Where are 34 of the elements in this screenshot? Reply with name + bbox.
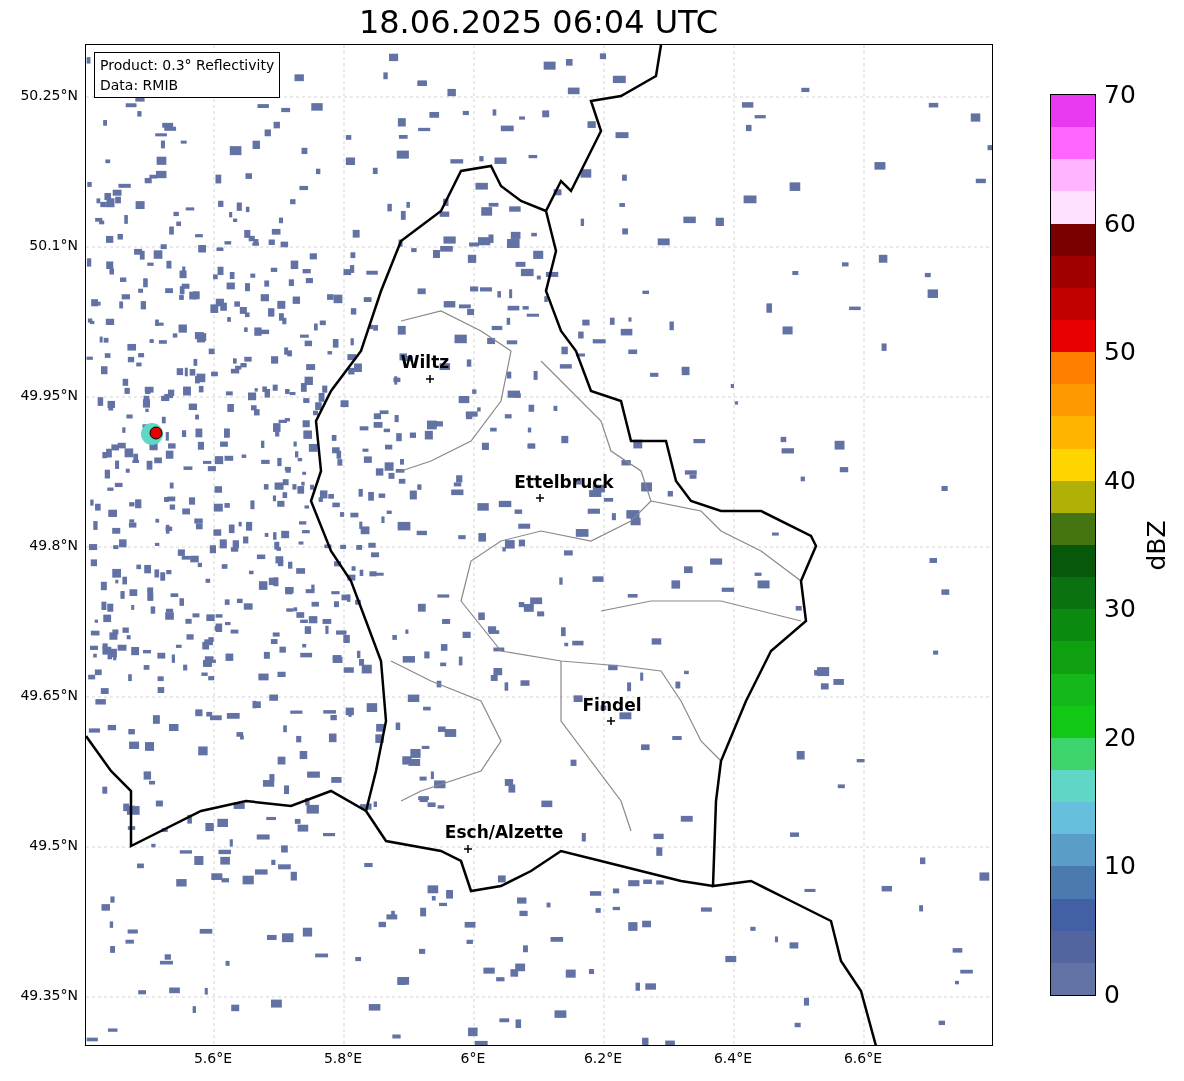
- city-label: Wiltz: [400, 354, 450, 371]
- colorbar-tick-label: 70: [1104, 82, 1136, 107]
- y-tick-label: 50.1°N: [29, 238, 78, 252]
- city-label: Esch/Alzette: [444, 824, 564, 841]
- x-tick-label: 5.6°E: [193, 1051, 233, 1065]
- y-tick-label: 49.5°N: [29, 838, 78, 852]
- chart-title: 18.06.2025 06:04 UTC: [358, 6, 719, 38]
- city-marker-icon: [464, 845, 472, 853]
- colorbar-tick-label: 10: [1104, 853, 1136, 879]
- x-tick-label: 6.2°E: [583, 1051, 623, 1065]
- city-label: Ettelbruck: [514, 474, 614, 491]
- colorbar-tick-label: 30: [1104, 596, 1136, 622]
- city-marker-icon: [607, 717, 615, 725]
- x-tick-label: 5.8°E: [323, 1051, 363, 1065]
- x-tick-label: 6.4°E: [713, 1051, 753, 1065]
- city-marker-icon: [426, 375, 434, 383]
- colorbar-tick-label: 40: [1104, 467, 1136, 493]
- y-tick-label: 49.35°N: [20, 988, 78, 1002]
- colorbar-tick-label: 0: [1104, 982, 1120, 1007]
- city-label: Findel: [582, 697, 642, 714]
- x-tick-label: 6°E: [460, 1051, 486, 1065]
- y-tick-label: 49.8°N: [29, 538, 78, 552]
- y-tick-label: 49.65°N: [20, 688, 78, 702]
- legend-text: Product: 0.3° Reflectivity: [100, 56, 275, 75]
- colorbar-tick-label: 20: [1104, 724, 1136, 750]
- colorbar-label: dBZ: [1143, 519, 1169, 571]
- colorbar-tick-label: 60: [1104, 210, 1136, 236]
- radar-site-icon: [141, 423, 163, 445]
- y-tick-label: 49.95°N: [20, 388, 78, 402]
- x-tick-label: 6.6°E: [843, 1051, 883, 1065]
- y-tick-label: 50.25°N: [20, 88, 78, 102]
- legend-text: Data: RMIB: [100, 76, 180, 95]
- city-marker-icon: [536, 494, 544, 502]
- colorbar-tick-label: 50: [1104, 339, 1136, 365]
